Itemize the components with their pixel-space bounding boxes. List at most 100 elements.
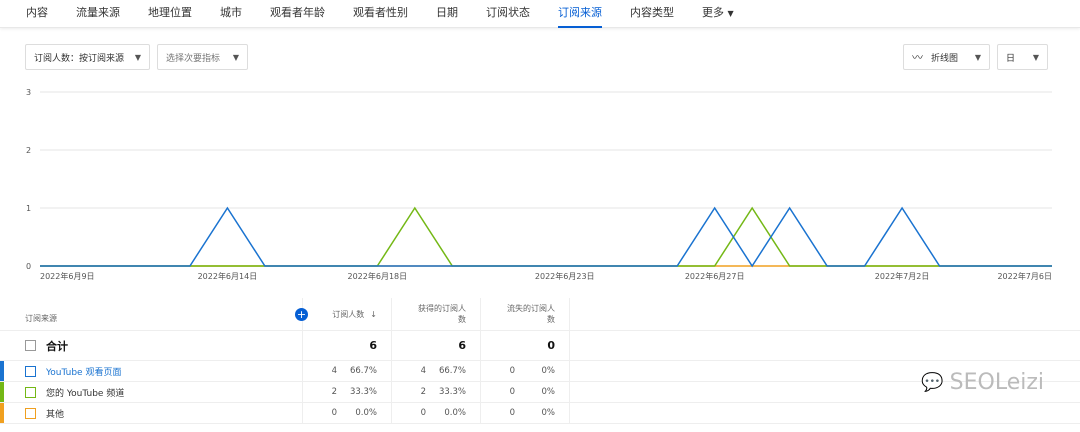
- row-cell: 0 0.0%: [391, 403, 480, 423]
- row-cell: 4 66.7%: [302, 361, 391, 381]
- row-checkbox[interactable]: [25, 386, 36, 398]
- series-line: [40, 206, 1052, 268]
- y-tick-label: 1: [26, 204, 31, 213]
- secondary-metric-value: 选择次要指标: [166, 53, 221, 64]
- total-subscribers: 6: [302, 331, 391, 360]
- cell-value: 2: [331, 387, 337, 397]
- cell-percent: 33.3%: [349, 387, 377, 397]
- cell-percent: 66.7%: [438, 366, 466, 376]
- table-row: 您的 YouTube 频道 2 33.3% 2 33.3% 0 0%: [0, 382, 1080, 403]
- cell-value: 2: [420, 387, 426, 397]
- row-cell: 2 33.3%: [302, 382, 391, 402]
- chevron-down-icon: ▼: [232, 52, 239, 62]
- watermark: 💬 SEOLeizi: [921, 370, 1044, 395]
- x-tick-label: 2022年6月9日: [40, 271, 95, 281]
- table-row: YouTube 观看页面 4 66.7% 4 66.7% 0 0%: [0, 361, 1080, 382]
- x-tick-label: 2022年7月6日: [997, 271, 1052, 281]
- header-subscribers[interactable]: 订阅人数 ↓: [302, 298, 391, 330]
- tab-content-type[interactable]: 内容类型: [630, 0, 674, 28]
- x-tick-label: 2022年6月23日: [535, 271, 595, 281]
- tab-traffic-source[interactable]: 流量来源: [76, 0, 120, 28]
- row-checkbox[interactable]: [25, 365, 36, 377]
- table-row-total: 合计 6 6 0: [0, 331, 1080, 361]
- header-gained-label: 获得的订阅人数: [418, 304, 466, 324]
- header-lost[interactable]: 流失的订阅人数: [480, 298, 569, 330]
- period-dropdown[interactable]: 日 ▼: [997, 44, 1048, 70]
- report-tabs: 内容 流量来源 地理位置 城市 观看者年龄 观看者性别 日期 订阅状态 订阅来源…: [0, 0, 1080, 28]
- table-row: 其他 0 0.0% 0 0.0% 0 0%: [0, 403, 1080, 424]
- sort-down-icon: ↓: [370, 309, 377, 319]
- wechat-icon: 💬: [921, 372, 944, 393]
- row-cell: 0 0%: [480, 382, 569, 402]
- x-tick-label: 2022年6月18日: [348, 271, 408, 281]
- tab-subscription-source[interactable]: 订阅来源: [558, 0, 602, 28]
- cell-percent: 0%: [541, 387, 556, 397]
- series-color-bar: [0, 403, 4, 423]
- y-tick-label: 0: [26, 262, 31, 271]
- row-cell: 0 0%: [480, 361, 569, 381]
- header-gained[interactable]: 获得的订阅人数: [391, 298, 480, 330]
- tab-viewer-gender[interactable]: 观看者性别: [353, 0, 408, 28]
- row-cell: 4 66.7%: [391, 361, 480, 381]
- x-tick-label: 2022年6月14日: [198, 271, 258, 281]
- cell-value: 0: [420, 408, 426, 418]
- total-lost: 0: [480, 331, 569, 360]
- more-label: 更多: [702, 5, 724, 19]
- cell-percent: 33.3%: [438, 387, 466, 397]
- chevron-down-icon: ▼: [134, 52, 141, 62]
- tab-subscription-status[interactable]: 订阅状态: [486, 0, 530, 28]
- data-table: 订阅来源 + 订阅人数 ↓ 获得的订阅人数 流失的订阅人数 合计 6 6 0 Yo…: [0, 298, 1080, 424]
- cell-percent: 0%: [541, 366, 556, 376]
- cell-value: 4: [331, 366, 337, 376]
- cell-value: 0: [509, 408, 515, 418]
- cell-percent: 0%: [541, 408, 556, 418]
- y-tick-label: 2: [26, 146, 31, 155]
- row-label[interactable]: YouTube 观看页面: [46, 365, 121, 378]
- cell-value: 0: [509, 387, 515, 397]
- row-cell: 0 0%: [480, 403, 569, 423]
- header-subscribers-label: 订阅人数: [332, 309, 365, 319]
- cell-value: 4: [420, 366, 426, 376]
- cell-value: 0: [331, 408, 337, 418]
- period-value: 日: [1006, 53, 1016, 64]
- chart-type-dropdown[interactable]: 〰折线图 ▼: [903, 44, 990, 70]
- table-header: 订阅来源 + 订阅人数 ↓ 获得的订阅人数 流失的订阅人数: [0, 298, 1080, 331]
- series-color-bar: [0, 361, 4, 381]
- line-chart: 0 1 2 3 2022年6月9日 2022年6月14日 2022年6月18日 2022年6月…: [26, 88, 1052, 281]
- tab-more[interactable]: 更多 ▼: [702, 0, 734, 28]
- checkbox-total[interactable]: [25, 340, 36, 351]
- tab-content[interactable]: 内容: [26, 0, 48, 28]
- header-source: 订阅来源: [25, 314, 57, 323]
- cell-value: 0: [509, 366, 515, 376]
- add-metric-icon[interactable]: +: [295, 308, 308, 321]
- watermark-text: SEOLeizi: [949, 370, 1044, 395]
- secondary-metric-dropdown[interactable]: 选择次要指标 ▼: [157, 44, 248, 70]
- x-tick-label: 2022年7月2日: [875, 271, 930, 281]
- line-chart-icon: 〰: [912, 51, 923, 64]
- tab-geography[interactable]: 地理位置: [148, 0, 192, 28]
- row-label: 您的 YouTube 频道: [46, 388, 125, 399]
- row-label: 其他: [46, 409, 65, 420]
- series-line: [40, 206, 1052, 267]
- y-tick-label: 3: [26, 88, 31, 97]
- header-lost-label: 流失的订阅人数: [507, 304, 555, 324]
- tab-date[interactable]: 日期: [436, 0, 458, 28]
- metric-value: 订阅人数：按订阅来源: [34, 53, 125, 64]
- chevron-down-icon: ▼: [974, 52, 981, 62]
- total-label: 合计: [46, 339, 68, 353]
- cell-percent: 0.0%: [355, 408, 377, 418]
- cell-percent: 66.7%: [349, 366, 377, 376]
- tab-city[interactable]: 城市: [220, 0, 242, 28]
- cell-percent: 0.0%: [444, 408, 466, 418]
- x-tick-label: 2022年6月27日: [685, 271, 745, 281]
- series-color-bar: [0, 382, 4, 402]
- row-cell: 2 33.3%: [391, 382, 480, 402]
- row-checkbox[interactable]: [25, 407, 36, 419]
- chevron-down-icon: ▼: [727, 8, 734, 18]
- metric-dropdown[interactable]: 订阅人数：按订阅来源 ▼: [25, 44, 150, 70]
- tab-viewer-age[interactable]: 观看者年龄: [270, 0, 325, 28]
- row-cell: 0 0.0%: [302, 403, 391, 423]
- chevron-down-icon: ▼: [1032, 52, 1039, 62]
- chart-type-value: 折线图: [931, 53, 959, 64]
- total-gained: 6: [391, 331, 480, 360]
